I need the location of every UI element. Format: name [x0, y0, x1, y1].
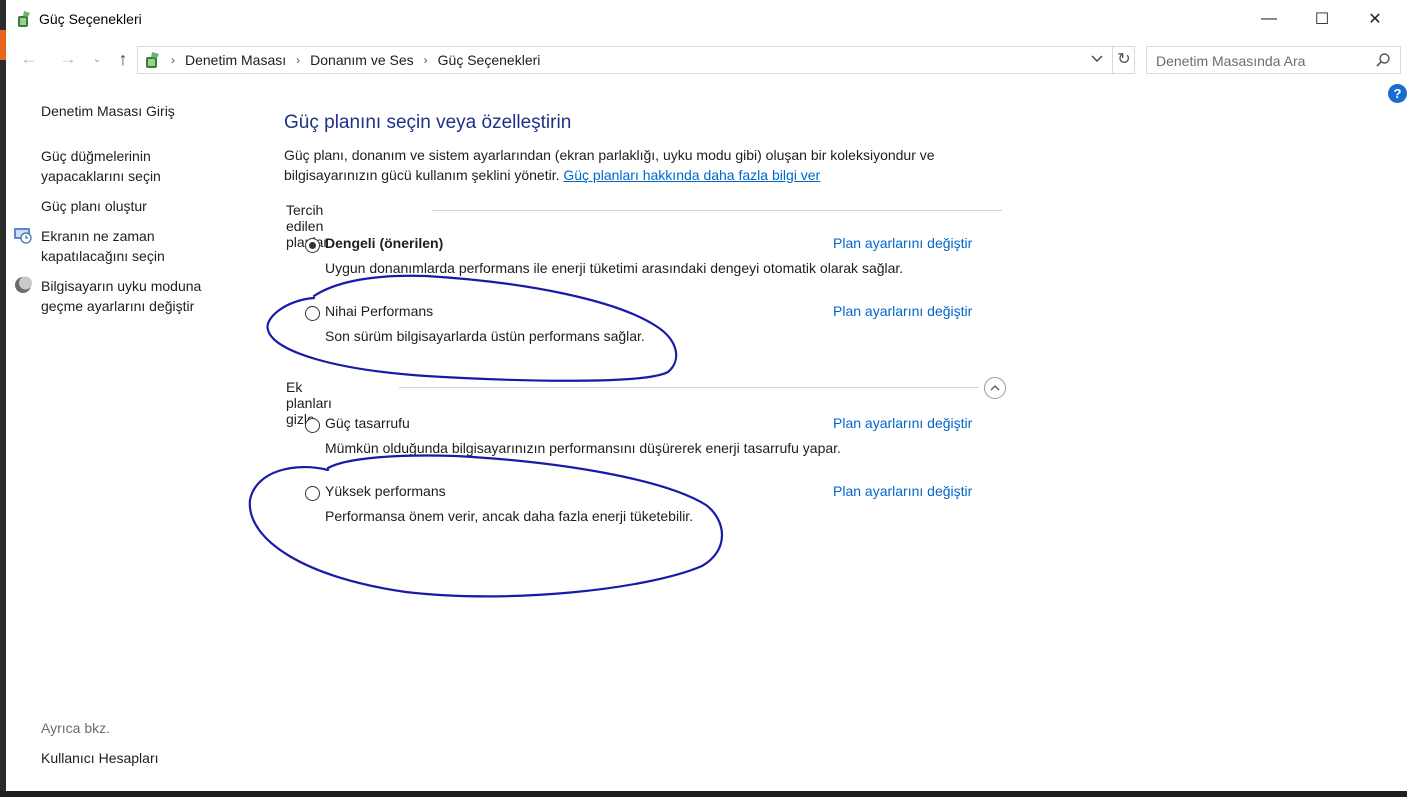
arrow-up-icon: ↑ — [118, 48, 128, 69]
arrow-left-icon: ← — [20, 49, 38, 68]
breadcrumb-separator: › — [423, 53, 428, 67]
hand-drawn-annotations — [248, 274, 724, 598]
taskbar-edge — [0, 791, 1407, 797]
plan-radio-balanced[interactable] — [305, 238, 320, 253]
section-divider — [432, 210, 1002, 211]
power-plans-info-link[interactable]: Güç planları hakkında daha fazla bilgi v… — [563, 167, 820, 183]
plan-desc-high-performance: Performansa önem verir, ancak daha fazla… — [325, 508, 694, 524]
change-plan-settings-high-performance[interactable]: Plan ayarlarını değiştir — [833, 483, 972, 499]
breadcrumb-hardware-sound[interactable]: Donanım ve Ses — [310, 52, 414, 68]
plan-name-power-saver[interactable]: Güç tasarrufu — [325, 415, 410, 431]
refresh-icon: ↻ — [1117, 51, 1131, 68]
control-panel-icon — [146, 52, 159, 68]
change-plan-settings-balanced[interactable]: Plan ayarlarını değiştir — [833, 235, 972, 251]
back-button[interactable]: ← — [16, 48, 42, 70]
plan-name-ultimate[interactable]: Nihai Performans — [325, 303, 433, 319]
sidebar-item-label: kapatılacağını seçin — [41, 248, 165, 264]
sidebar-item-sleep-settings[interactable]: Bilgisayarın uyku moduna geçme ayarların… — [41, 276, 201, 316]
intro-text: Güç planı, donanım ve sistem ayarlarında… — [284, 145, 1004, 185]
breadcrumb-separator: › — [171, 53, 175, 67]
up-button[interactable]: ↑ — [112, 48, 134, 70]
minimize-button[interactable]: — — [1246, 0, 1292, 38]
power-options-window: Güç Seçenekleri — ☐ ✕ ← → ⌄ ↑ › Denetim … — [6, 0, 1407, 791]
arrow-right-icon: → — [59, 49, 77, 68]
sidebar-item-control-panel-home[interactable]: Denetim Masası Giriş — [41, 101, 175, 121]
chevron-down-icon: ⌄ — [92, 53, 102, 65]
change-plan-settings-power-saver[interactable]: Plan ayarlarını değiştir — [833, 415, 972, 431]
minimize-icon: — — [1261, 10, 1277, 27]
window-title: Güç Seçenekleri — [39, 11, 142, 27]
sidebar-item-power-buttons[interactable]: Güç düğmelerinin yapacaklarını seçin — [41, 146, 161, 186]
plan-radio-high-performance[interactable] — [305, 486, 320, 501]
close-icon: ✕ — [1368, 11, 1382, 28]
see-also-heading: Ayrıca bkz. — [41, 720, 110, 736]
change-plan-settings-ultimate[interactable]: Plan ayarlarını değiştir — [833, 303, 972, 319]
help-icon[interactable]: ? — [1388, 84, 1407, 103]
sidebar-item-label: Güç planı oluştur — [41, 198, 147, 214]
search-icon[interactable] — [1375, 52, 1391, 68]
close-button[interactable]: ✕ — [1352, 0, 1398, 38]
chevron-up-icon — [990, 385, 1000, 391]
plan-desc-balanced: Uygun donanımlarda performans ile enerji… — [325, 260, 904, 276]
title-bar: Güç Seçenekleri — ☐ ✕ — [6, 0, 1407, 38]
preferred-plans-heading: Tercih edilen planlar — [286, 202, 328, 250]
search-input[interactable] — [1147, 47, 1378, 75]
annotation-circle-high-performance — [248, 454, 724, 598]
sidebar-item-label: Bilgisayarın uyku moduna — [41, 278, 202, 294]
sidebar-item-create-plan[interactable]: Güç planı oluştur — [41, 196, 147, 216]
breadcrumb: › Denetim Masası › Donanım ve Ses › Güç … — [171, 52, 540, 68]
breadcrumb-separator: › — [296, 53, 301, 67]
breadcrumb-control-panel[interactable]: Denetim Masası — [185, 52, 286, 68]
section-divider — [399, 387, 979, 388]
page-title: Güç planını seçin veya özelleştirin — [284, 112, 572, 133]
hide-extra-plans-heading: Ek planları gizle — [286, 379, 332, 427]
sidebar-item-label: geçme ayarlarını değiştir — [41, 298, 195, 314]
maximize-button[interactable]: ☐ — [1299, 0, 1345, 38]
plan-name-high-performance[interactable]: Yüksek performans — [325, 483, 446, 499]
sidebar-item-label: Güç düğmelerinin — [41, 148, 151, 164]
plan-desc-ultimate: Son sürüm bilgisayarlarda üstün performa… — [325, 328, 645, 344]
search-box[interactable] — [1146, 46, 1401, 75]
sidebar-item-display-off[interactable]: Ekranın ne zaman kapatılacağını seçin — [41, 226, 165, 266]
refresh-button[interactable]: ↻ — [1112, 47, 1135, 73]
sidebar-item-label: Ekranın ne zaman — [41, 228, 155, 244]
monitor-clock-icon — [14, 228, 32, 244]
intro-line-1: Güç planı, donanım ve sistem ayarlarında… — [284, 147, 935, 163]
collapse-extra-plans-button[interactable] — [984, 377, 1006, 399]
sidebar-item-label: yapacaklarını seçin — [41, 168, 161, 184]
address-bar[interactable]: › Denetim Masası › Donanım ve Ses › Güç … — [137, 46, 1135, 74]
address-dropdown-button[interactable] — [1088, 51, 1106, 69]
power-options-icon — [18, 11, 30, 27]
intro-line-2: bilgisayarınızın gücü kullanım şeklini y… — [284, 167, 560, 183]
sidebar-item-user-accounts[interactable]: Kullanıcı Hesapları — [41, 748, 159, 768]
forward-button[interactable]: → — [56, 48, 80, 70]
breadcrumb-power-options[interactable]: Güç Seçenekleri — [438, 52, 541, 68]
maximize-icon: ☐ — [1314, 11, 1330, 28]
moon-icon — [15, 276, 32, 293]
navigation-bar: ← → ⌄ ↑ › Denetim Masası › Donanım ve Se… — [6, 42, 1407, 76]
plan-radio-power-saver[interactable] — [305, 418, 320, 433]
recent-locations-button[interactable]: ⌄ — [90, 48, 104, 70]
chevron-down-icon — [1091, 55, 1103, 62]
plan-radio-ultimate[interactable] — [305, 306, 320, 321]
plan-name-balanced[interactable]: Dengeli (önerilen) — [325, 235, 443, 251]
plan-desc-power-saver: Mümkün olduğunda bilgisayarınızın perfor… — [325, 440, 841, 456]
